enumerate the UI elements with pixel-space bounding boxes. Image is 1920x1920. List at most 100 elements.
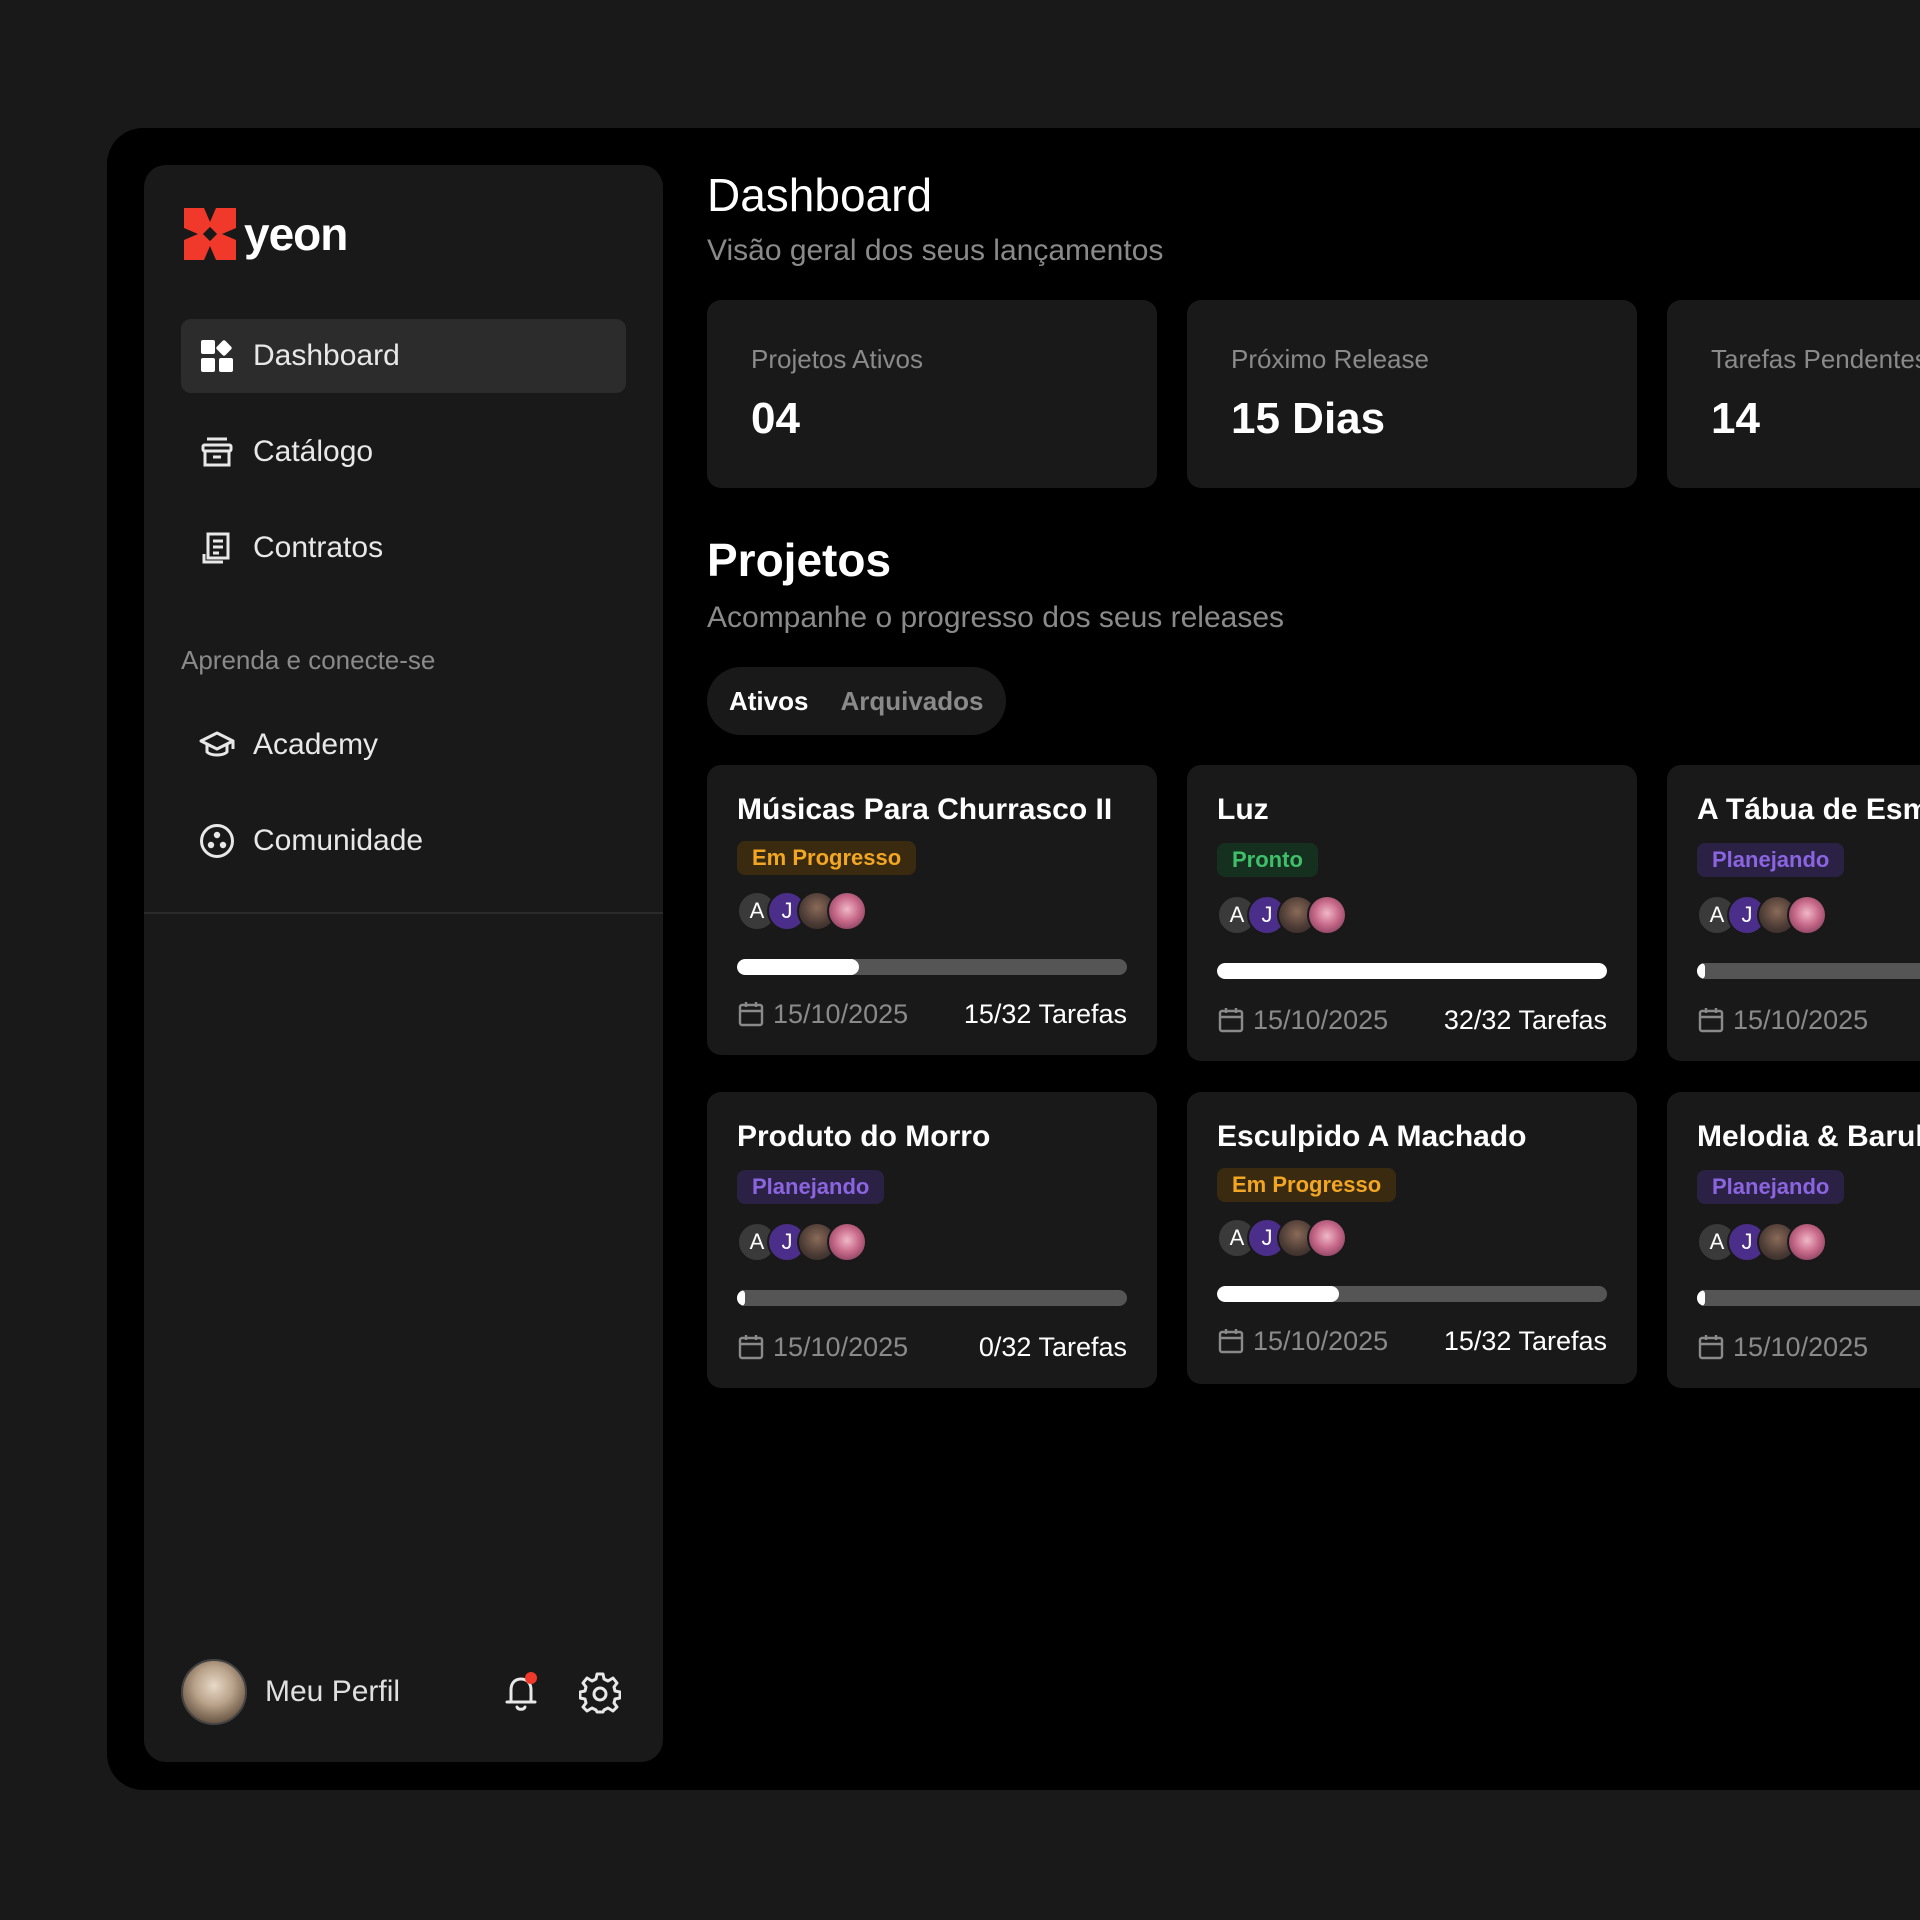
progress-fill [737,1290,745,1306]
avatar-group: AJ [737,1222,867,1262]
graduation-cap-icon [199,727,235,763]
section-title: Projetos [707,534,892,586]
avatar [1307,895,1347,935]
notification-bell-icon[interactable] [501,1672,541,1714]
card-footer: 15/10/2025 15/32 Tarefas [1217,1324,1607,1358]
brand-logo[interactable]: yeon [184,207,348,261]
stat-label: Projetos Ativos [751,344,923,374]
progress-fill [737,959,859,975]
project-card[interactable]: Luz Pronto A J 15/10/2025 32/32 Tarefas [1187,765,1637,1061]
task-count: 15/32 Tarefas [1443,1325,1607,1356]
sidebar-item-catalogo[interactable]: Catálogo [181,415,626,489]
project-title: Melodia & Barulho [1697,1120,1920,1153]
card-footer: 15/10/20250/32 Tarefas [1697,1330,1920,1364]
sidebar-item-label: Contratos [253,531,384,564]
calendar-icon [737,1333,773,1361]
project-card[interactable]: Melodia & Barulho Planejando AJ 15/10/20250… [1667,1092,1920,1388]
project-card[interactable]: Produto do Morro Planejando A J 15/10/2025 0/… [707,1092,1157,1388]
app-window: yeon Dashboard Catálogo Contratos Aprend… [107,128,1920,1790]
calendar-icon [1697,1006,1733,1034]
project-title: Produto do Morro [737,1120,991,1153]
status-badge: Planejando [1697,843,1845,877]
avatar [827,891,867,931]
card-footer: 15/10/2025 0/32 Tarefas [737,1330,1127,1364]
sidebar: yeon Dashboard Catálogo Contratos Aprend… [144,165,663,1762]
community-icon [199,823,235,859]
avatar-group: AJ [1217,1218,1347,1258]
stat-label: Próximo Release [1231,344,1429,374]
notification-dot [525,1672,537,1684]
stat-value: 04 [751,394,800,443]
progress-bar [1217,963,1607,979]
avatar [1787,895,1827,935]
sidebar-item-contratos[interactable]: Contratos [181,511,626,585]
project-date: 15/10/2025 [1733,1331,1869,1362]
project-card[interactable]: Músicas Para Churrasco II Em Progresso A J 1… [707,765,1157,1055]
avatar [1307,1218,1347,1258]
project-date: 15/10/2025 [1253,1004,1389,1035]
status-badge: Em Progresso [737,841,917,875]
status-badge: Planejando [1697,1170,1845,1204]
avatar-group: AJ [1697,895,1827,935]
avatar [1787,1222,1827,1262]
project-title: Esculpido A Machado [1217,1120,1527,1153]
sidebar-item-label: Catálogo [253,435,374,468]
sidebar-item-label: Dashboard [253,339,400,372]
project-date: 15/10/2025 [773,1331,909,1362]
progress-bar [1697,1290,1920,1306]
stat-value: 14 [1711,394,1760,443]
document-icon [199,530,235,566]
project-title: A Tábua de Esmeralda [1697,793,1920,826]
progress-fill [1697,1290,1705,1306]
avatar [827,1222,867,1262]
stat-label: Tarefas Pendentes [1711,344,1920,374]
project-card[interactable]: Esculpido A Machado Em Progresso A J 15/10/2… [1187,1092,1637,1384]
stat-card: Projetos Ativos 04 [707,300,1157,488]
avatar-group: AJ [1217,895,1347,935]
profile-section: Meu Perfil [181,1659,626,1725]
sidebar-item-label: Academy [253,728,379,761]
sidebar-item-label: Comunidade [253,824,424,857]
tab-ativos[interactable]: Ativos [729,686,808,717]
task-count: 0/32 Tarefas [978,1331,1127,1362]
sidebar-item-academy[interactable]: Academy [181,708,626,782]
calendar-icon [1217,1327,1253,1355]
project-date: 15/10/2025 [1253,1325,1389,1356]
calendar-icon [737,1000,773,1028]
status-badge: Pronto [1217,843,1318,877]
status-badge: Planejando [737,1170,885,1204]
project-title: Músicas Para Churrasco II [737,793,1113,826]
stat-card: Tarefas Pendentes 14 [1667,300,1920,488]
progress-fill [1217,963,1607,979]
avatar[interactable] [181,1659,247,1725]
progress-bar [737,959,1127,975]
progress-bar [737,1290,1127,1306]
progress-fill [1217,1286,1339,1302]
task-count: 32/32 Tarefas [1443,1004,1607,1035]
progress-bar [1217,1286,1607,1302]
tab-arquivados[interactable]: Arquivados [840,686,983,717]
sidebar-divider [144,912,663,914]
avatar-group: AJ [737,891,867,931]
card-footer: 15/10/2025 15/32 Tarefas [737,997,1127,1031]
sidebar-item-comunidade[interactable]: Comunidade [181,804,626,878]
archive-icon [199,434,235,470]
calendar-icon [1697,1333,1733,1361]
project-tabs: Ativos Arquivados [707,667,1006,735]
project-card[interactable]: A Tábua de Esmeralda Planejando AJ 15/10/20… [1667,765,1920,1061]
card-footer: 15/10/2025 32/32 Tarefas [1217,1003,1607,1037]
profile-link[interactable]: Meu Perfil [265,1675,400,1709]
project-date: 15/10/2025 [1733,1004,1869,1035]
progress-bar [1697,963,1920,979]
page-title: Dashboard [707,169,933,221]
progress-fill [1697,963,1705,979]
stat-value: 15 Dias [1231,394,1386,443]
status-badge: Em Progresso [1217,1168,1397,1202]
sidebar-section-label: Aprenda e conecte-se [181,645,436,675]
project-title: Luz [1217,793,1269,826]
avatar-group: AJ [1697,1222,1827,1262]
sidebar-item-dashboard[interactable]: Dashboard [181,319,626,393]
dashboard-icon [199,338,235,374]
gear-icon[interactable] [578,1672,622,1714]
project-date: 15/10/2025 [773,998,909,1029]
